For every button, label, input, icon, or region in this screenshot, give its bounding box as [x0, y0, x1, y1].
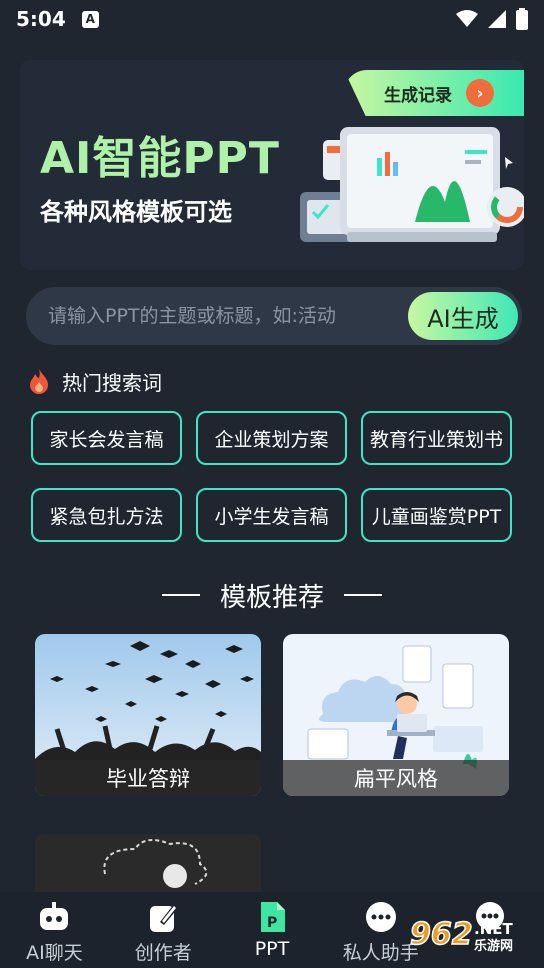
chat-bubble-icon [364, 900, 398, 934]
nav-item-ai-chat[interactable]: AI聊天 [0, 892, 109, 968]
arrow-right-icon: › [466, 79, 494, 107]
a-badge-icon: A [81, 10, 99, 28]
hot-term-chip[interactable]: 企业策划方案 [196, 411, 347, 465]
wifi-icon [456, 10, 478, 27]
robot-icon [37, 900, 71, 934]
pen-icon [146, 900, 180, 934]
fire-icon [30, 369, 48, 394]
site-watermark: 962 .NET 乐游网 [408, 914, 538, 954]
hot-search-grid: 家长会发言稿 企业策划方案 教育行业策划书 紧急包扎方法 小学生发言稿 儿童画鉴… [31, 411, 513, 542]
banner-title: AI智能PPT [40, 133, 280, 184]
battery-icon [516, 8, 528, 30]
template-section-header: 模板推荐 [0, 575, 544, 615]
lightbulb-photo [35, 834, 261, 892]
ai-generate-button[interactable]: AI生成 [408, 292, 518, 340]
nav-label: PPT [254, 938, 290, 960]
template-card-label: 扁平风格 [283, 760, 509, 796]
hot-term-chip[interactable]: 小学生发言稿 [196, 488, 347, 542]
template-card-lightbulb[interactable] [35, 834, 261, 892]
ppt-file-icon: P [255, 900, 289, 934]
svg-text:.NET: .NET [474, 920, 513, 938]
template-card-flat[interactable]: 扁平风格 [283, 634, 509, 796]
record-label: 生成记录 [384, 85, 452, 106]
banner-subtitle: 各种风格模板可选 [40, 198, 232, 226]
nav-item-ppt[interactable]: P PPT [218, 892, 327, 968]
status-bar: 5:04 A [0, 0, 544, 38]
template-card-graduation[interactable]: 毕业答辩 [35, 634, 261, 796]
nav-label: AI聊天 [26, 942, 83, 964]
nav-item-creator[interactable]: 创作者 [109, 892, 218, 968]
svg-text:乐游网: 乐游网 [474, 938, 513, 954]
hero-banner[interactable]: AI智能PPT 各种风格模板可选 生成记录 › [20, 60, 524, 270]
hot-search-title: 热门搜索词 [62, 370, 162, 395]
status-icons [456, 8, 528, 30]
search-bar: AI生成 [26, 287, 522, 345]
nav-label: 创作者 [134, 942, 192, 964]
presentation-illustration [300, 127, 524, 242]
template-section-title: 模板推荐 [219, 582, 324, 613]
hot-term-chip[interactable]: 紧急包扎方法 [31, 488, 182, 542]
divider-line [161, 594, 200, 596]
watermark-logo: 962 .NET 乐游网 [409, 916, 513, 954]
hot-term-chip[interactable]: 教育行业策划书 [361, 411, 512, 465]
svg-text:P: P [267, 915, 277, 931]
status-time: 5:04 [16, 7, 66, 31]
hot-term-chip[interactable]: 家长会发言稿 [31, 411, 182, 465]
hot-term-chip[interactable]: 儿童画鉴赏PPT [361, 488, 512, 542]
topic-input[interactable] [48, 287, 396, 345]
signal-icon [488, 10, 506, 28]
template-card-label: 毕业答辩 [35, 760, 261, 796]
divider-line [344, 594, 382, 596]
hot-search-header: 热门搜索词 [28, 366, 162, 396]
svg-text:962: 962 [410, 917, 473, 952]
generation-record-button[interactable]: 生成记录 › [344, 70, 524, 116]
